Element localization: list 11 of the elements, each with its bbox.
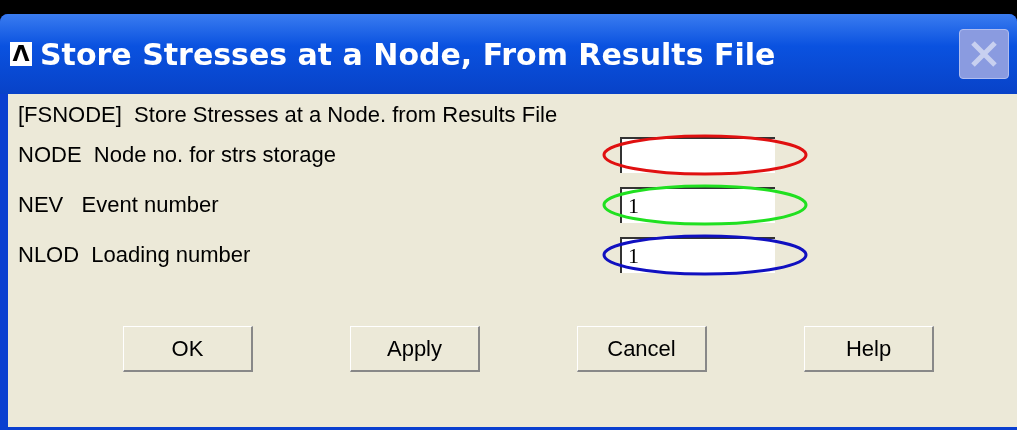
command-heading: [FSNODE] Store Stresses at a Node. from Results File — [18, 101, 559, 129]
field-label: NLOD Loading number — [18, 242, 252, 268]
dialog-button[interactable]: Help — [804, 326, 934, 372]
dialog-button[interactable]: Cancel — [577, 326, 707, 372]
field-label: NEV Event number — [18, 192, 220, 218]
field-label: NODE Node no. for strs storage — [18, 142, 337, 168]
window-title: Store Stresses at a Node, From Results File — [40, 36, 777, 72]
close-icon — [969, 39, 999, 69]
dialog-button[interactable]: Apply — [350, 326, 480, 372]
app-icon: Λ — [10, 42, 32, 66]
dialog-button[interactable]: OK — [123, 326, 253, 372]
